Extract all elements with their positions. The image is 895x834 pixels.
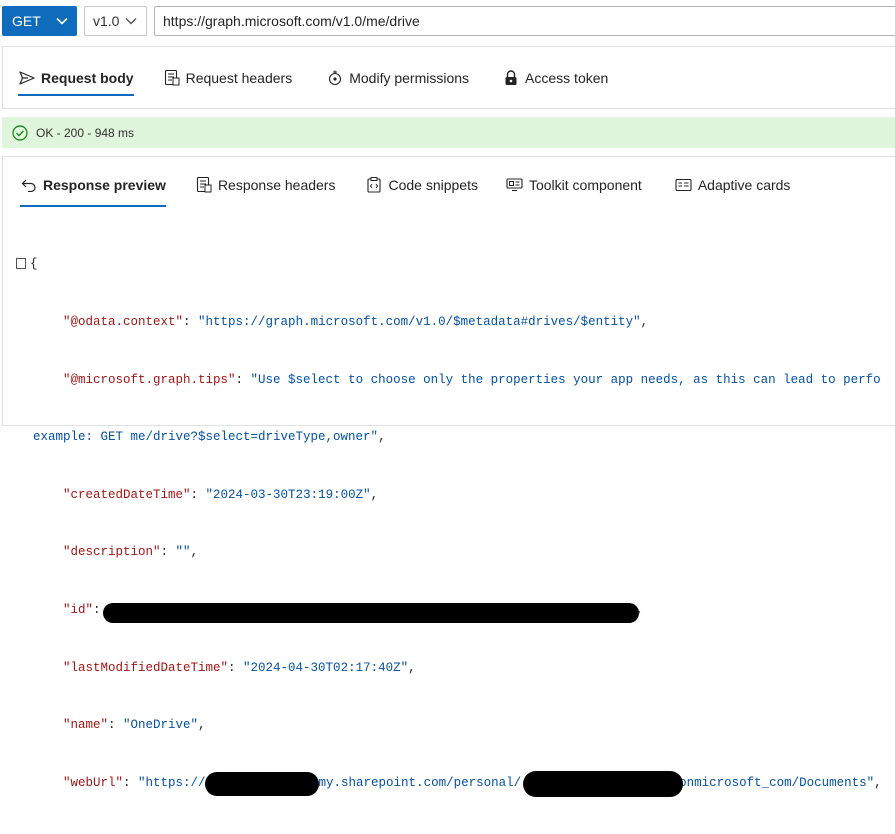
send-icon [18, 69, 36, 87]
tab-label: Response preview [43, 176, 166, 193]
chevron-down-icon [53, 6, 71, 36]
url-input[interactable]: https://graph.microsoft.com/v1.0/me/driv… [154, 6, 895, 36]
tab-toolkit-component[interactable]: Toolkit component [506, 157, 642, 212]
tab-request-body[interactable]: Request body [18, 47, 134, 108]
tab-adaptive-cards[interactable]: Adaptive cards [675, 157, 791, 212]
query-bar: GET v1.0 https://graph.microsoft.com/v1.… [0, 0, 895, 42]
tab-label: Adaptive cards [697, 176, 791, 193]
version-dropdown[interactable]: v1.0 [84, 6, 147, 36]
version-value: v1.0 [93, 13, 120, 29]
clipboard-code-icon [365, 176, 383, 194]
json-line-id: "id": , [3, 601, 895, 623]
json-line-modified: "lastModifiedDateTime": "2024-04-30T02:1… [63, 660, 416, 675]
tab-label: Request headers [185, 69, 293, 86]
tab-label: Code snippets [388, 176, 478, 193]
tab-modify-permissions[interactable]: Modify permissions [326, 47, 469, 108]
http-method-dropdown[interactable]: GET [2, 6, 77, 36]
json-open-brace: { [30, 257, 38, 272]
lock-icon [502, 69, 520, 87]
chevron-down-icon [122, 6, 140, 36]
tab-response-preview[interactable]: Response preview [20, 157, 166, 212]
json-line-created: "createdDateTime": "2024-03-30T23:19:00Z… [63, 487, 379, 502]
tab-response-headers[interactable]: Response headers [195, 157, 336, 212]
json-line-graph-tips-cont: example: GET me/drive?$select=driveType,… [33, 430, 386, 445]
status-message-bar: OK - 200 - 948 ms [2, 117, 895, 148]
json-line-graph-tips: "@microsoft.graph.tips": "Use $select to… [63, 372, 881, 387]
shield-key-icon [326, 69, 344, 87]
tab-request-headers[interactable]: Request headers [163, 47, 293, 108]
status-text: OK - 200 - 948 ms [36, 125, 135, 140]
tab-code-snippets[interactable]: Code snippets [365, 157, 478, 212]
json-line-name: "name": "OneDrive", [63, 718, 206, 733]
tab-label: Modify permissions [349, 69, 470, 86]
response-json-viewer[interactable]: { "@odata.context": "https://graph.micro… [3, 217, 895, 831]
toolkit-icon [506, 176, 524, 194]
card-icon [675, 176, 693, 194]
collapse-toggle[interactable] [16, 258, 26, 270]
json-line-description: "description": "", [63, 545, 199, 560]
json-line-odata-context: "@odata.context": "https://graph.microso… [63, 315, 649, 329]
url-value: https://graph.microsoft.com/v1.0/me/driv… [163, 13, 420, 29]
tab-label: Access token [525, 69, 609, 86]
active-tab-indicator [20, 205, 166, 207]
tab-label: Response headers [217, 176, 336, 193]
tab-label: Toolkit component [528, 176, 642, 193]
document-header-icon [163, 69, 181, 87]
http-method-value: GET [12, 13, 41, 29]
json-line-weburl: "webUrl": "https://my.sharepoint.com/per… [3, 770, 895, 797]
document-header-icon [195, 176, 213, 194]
redaction-mark [523, 770, 683, 797]
response-tabs: Response preview Response headers Code s… [3, 157, 790, 212]
redaction-mark [205, 771, 319, 796]
check-circle-icon [12, 124, 28, 141]
tab-access-token[interactable]: Access token [502, 47, 608, 108]
request-tabs: Request body Request headers Modify perm… [3, 47, 608, 108]
tab-label: Request body [41, 69, 134, 86]
active-tab-indicator [18, 94, 134, 96]
response-pane: Response preview Response headers Code s… [2, 156, 895, 797]
request-pane: Request body Request headers Modify perm… [2, 46, 895, 109]
undo-arrow-icon [20, 176, 38, 194]
redaction-mark [103, 602, 639, 623]
